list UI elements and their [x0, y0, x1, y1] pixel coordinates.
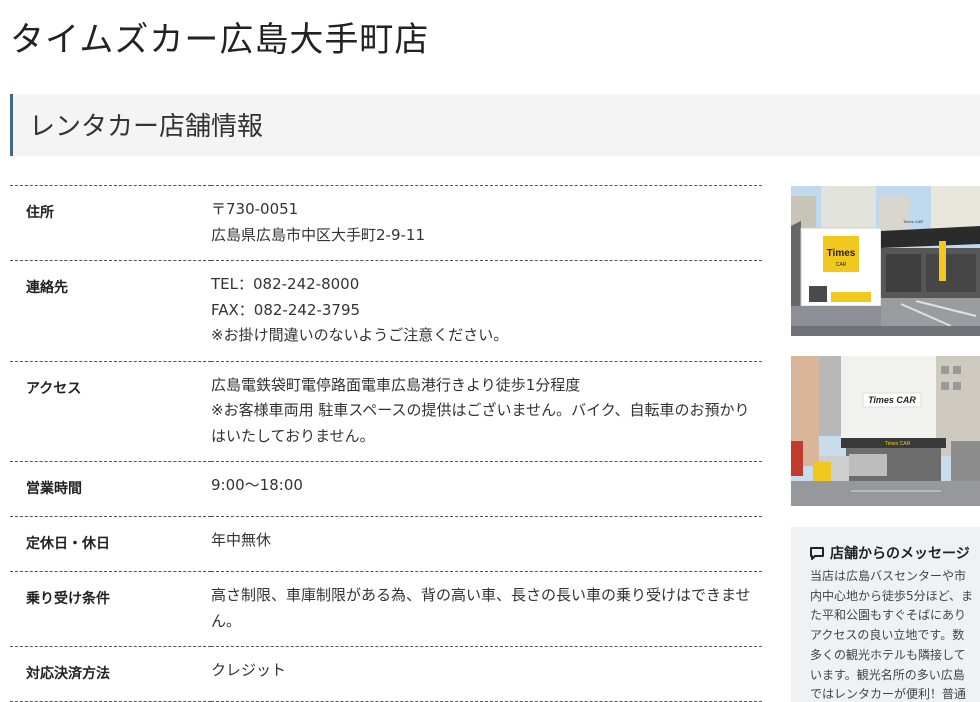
info-value: 年中無休: [211, 531, 272, 549]
info-value: クレジット: [211, 661, 287, 679]
info-value: 9:00〜18:00: [211, 476, 303, 494]
canopy-sign: Times CAR: [903, 219, 923, 224]
info-label: 営業時間: [26, 481, 82, 497]
message-line: アクセスの良い立地です。数: [810, 628, 965, 643]
store-info-table: 住所 〒730-0051 広島県広島市中区大手町2-9-11 連絡先 TEL：0…: [10, 185, 762, 702]
info-row-holiday: 定休日・休日 年中無休: [10, 516, 762, 572]
store-exterior-image: Times CAR Times CAR: [791, 186, 980, 336]
message-line: 内中心地から徒歩5分ほど、ま: [810, 588, 974, 603]
info-row-contact: 連絡先 TEL：082-242-8000 FAX：082-242-3795 ※お…: [10, 260, 762, 362]
times-sign-sub: CAR: [836, 262, 847, 268]
address-text: 広島県広島市中区大手町2-9-11: [211, 225, 426, 244]
message-line: 当店は広島バスセンターや市: [810, 569, 967, 583]
conditions-text: 高さ制限、車庫制限がある為、背の高い車、長さの長い車の乗り受けはできませ: [211, 586, 751, 604]
info-row-hours: 営業時間 9:00〜18:00: [10, 461, 762, 517]
access-note-cont: はいたしておりません。: [211, 426, 375, 445]
info-row-access: アクセス 広島電鉄袋町電停路面電車広島港行きより徒歩1分程度 ※お客様車両用 駐…: [10, 361, 762, 462]
info-row-address: 住所 〒730-0051 広島県広島市中区大手町2-9-11: [10, 185, 762, 261]
access-note: ※お客様車両用 駐車スペースの提供はございません。バイク、自転車のお預かり: [211, 401, 750, 419]
access-text: 広島電鉄袋町電停路面電車広島港行きより徒歩1分程度: [211, 375, 581, 394]
info-label: 乗り受け条件: [26, 591, 110, 607]
message-line: います。観光名所の多い広島: [810, 667, 965, 682]
times-sign: Times: [827, 248, 856, 259]
store-message-box: 店舗からのメッセージ 当店は広島バスセンターや市 内中心地から徒歩5分ほど、ま …: [791, 527, 980, 702]
info-row-conditions: 乗り受け条件 高さ制限、車庫制限がある為、背の高い車、長さの長い車の乗り受けはで…: [10, 571, 762, 647]
info-label: 定休日・休日: [26, 536, 110, 552]
canopy-sign: Times CAR: [885, 441, 911, 447]
store-photo-2[interactable]: Times CAR Times CAR: [791, 356, 980, 506]
info-label: 連絡先: [26, 280, 68, 296]
times-car-sign: Times CAR: [868, 395, 916, 405]
message-line: 多くの観光ホテルも隣接して: [810, 647, 966, 662]
section-heading: レンタカー店舗情報: [10, 94, 980, 156]
tel-number[interactable]: TEL：082-242-8000: [211, 272, 752, 298]
message-line: ではレンタカーが便利！普通: [810, 687, 967, 702]
postal-code: 〒730-0051: [211, 200, 299, 218]
comment-icon: [810, 547, 824, 560]
contact-note: ※お掛け間違いのないようご注意ください。: [211, 326, 509, 344]
fax-number: FAX：082-242-3795: [211, 300, 361, 319]
store-frontage-image: Times CAR Times CAR: [791, 356, 980, 506]
store-photo-1[interactable]: Times CAR Times CAR: [791, 186, 980, 336]
info-value: 高さ制限、車庫制限がある為、背の高い車、長さの長い車の乗り受けはできませ ん。: [211, 572, 762, 647]
message-title: 店舗からのメッセージ: [810, 543, 970, 563]
info-label: 対応決済方法: [26, 666, 110, 682]
info-label: 住所: [26, 205, 54, 221]
info-value: 広島電鉄袋町電停路面電車広島港行きより徒歩1分程度 ※お客様車両用 駐車スペース…: [211, 361, 762, 462]
store-title: タイムズカー広島大手町店: [10, 20, 430, 60]
section-heading-text: レンタカー店舗情報: [29, 112, 264, 142]
info-value: TEL：082-242-8000 FAX：082-242-3795 ※お掛け間違…: [211, 261, 762, 362]
message-body: 当店は広島バスセンターや市 内中心地から徒歩5分ほど、ま た平和公園もすぐそばに…: [810, 567, 980, 702]
message-line: た平和公園もすぐそばにあり: [810, 608, 967, 623]
info-label: アクセス: [26, 380, 82, 397]
info-row-payment: 対応決済方法 クレジット: [10, 646, 762, 702]
info-value: 〒730-0051 広島県広島市中区大手町2-9-11: [211, 186, 762, 261]
conditions-text-cont: ん。: [211, 611, 242, 630]
message-title-text: 店舗からのメッセージ: [830, 546, 970, 562]
